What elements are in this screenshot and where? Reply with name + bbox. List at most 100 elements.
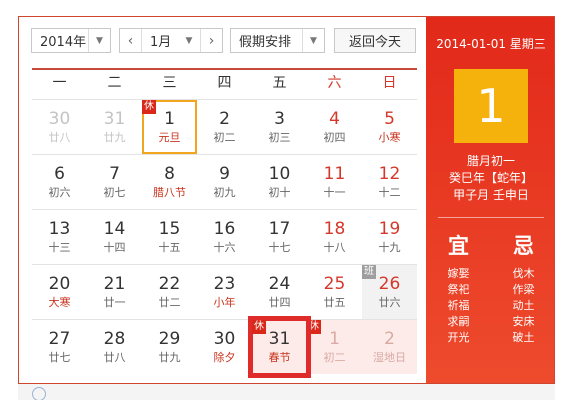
day-number: 24 xyxy=(268,274,291,294)
day-cell[interactable]: 3 初三 xyxy=(252,100,307,154)
week-row: 20 大寒 21 廿一 22 廿二 23 小年 24 廿四 25 廿五 班 26 廿六 xyxy=(32,264,417,319)
day-number: 28 xyxy=(103,329,126,349)
holiday-badge: 休 xyxy=(307,320,321,334)
day-cell[interactable]: 25 廿五 xyxy=(307,265,362,319)
weekday-header: 一二三四五六日 xyxy=(32,68,417,97)
day-cell[interactable]: 22 廿二 xyxy=(142,265,197,319)
day-cell[interactable]: 休 31 春节 xyxy=(248,316,311,378)
day-cell[interactable]: 11 十一 xyxy=(307,155,362,209)
weekday-label: 六 xyxy=(327,75,342,91)
holiday-select[interactable]: 假期安排 ▼ xyxy=(230,28,325,53)
day-cell[interactable]: 8 腊八节 xyxy=(142,155,197,209)
yi-item: 祈福 xyxy=(447,299,470,312)
day-cell[interactable]: 4 初四 xyxy=(307,100,362,154)
lunar-label: 十六 xyxy=(213,241,236,254)
day-cell[interactable]: 18 十八 xyxy=(307,210,362,264)
week-row: 13 十三 14 十四 15 十五 16 十六 17 十七 18 十八 19 十九 xyxy=(32,209,417,264)
day-cell[interactable]: 16 十六 xyxy=(197,210,252,264)
day-cell[interactable]: 15 十五 xyxy=(142,210,197,264)
day-cell[interactable]: 14 十四 xyxy=(87,210,142,264)
yi-heading: 宜 xyxy=(448,234,469,258)
lunar-label: 腊八节 xyxy=(153,186,186,199)
day-cell[interactable]: 班 26 廿六 xyxy=(362,265,417,319)
lunar-label: 十二 xyxy=(378,186,401,199)
day-cell[interactable]: 12 十二 xyxy=(362,155,417,209)
day-cell[interactable]: 9 初九 xyxy=(197,155,252,209)
ji-heading: 忌 xyxy=(513,234,534,258)
day-cell[interactable]: 2 初二 xyxy=(197,100,252,154)
month-selector: ‹ 1月 ▼ › xyxy=(119,28,223,53)
weekday-label: 五 xyxy=(272,75,287,91)
lunar-label: 元旦 xyxy=(158,131,181,144)
lunar-label: 十三 xyxy=(48,241,71,254)
day-number: 23 xyxy=(213,274,236,294)
day-cell[interactable]: 17 十七 xyxy=(252,210,307,264)
day-cell[interactable]: 10 初十 xyxy=(252,155,307,209)
day-cell[interactable]: 7 初七 xyxy=(87,155,142,209)
caret-down-icon: ▼ xyxy=(302,29,324,52)
day-cell[interactable]: 21 廿一 xyxy=(87,265,142,319)
day-cell[interactable]: 6 初六 xyxy=(32,155,87,209)
lunar-label: 春节 xyxy=(268,351,291,364)
lunar-label: 初六 xyxy=(48,186,71,199)
day-number: 5 xyxy=(384,109,395,129)
day-number: 8 xyxy=(164,164,175,184)
day-number: 25 xyxy=(323,274,346,294)
day-cell[interactable]: 31 廿九 xyxy=(87,100,142,154)
day-cell[interactable]: 23 小年 xyxy=(197,265,252,319)
year-select-label: 2014年 xyxy=(40,35,87,50)
day-cell[interactable]: 30 廿八 xyxy=(32,100,87,154)
day-cell[interactable]: 20 大寒 xyxy=(32,265,87,319)
lunar-label: 初七 xyxy=(103,186,126,199)
day-number: 20 xyxy=(48,274,71,294)
lunar-label: 廿四 xyxy=(268,296,291,309)
day-number: 11 xyxy=(323,164,346,184)
day-number: 22 xyxy=(158,274,181,294)
day-number: 13 xyxy=(48,219,71,239)
day-cell[interactable]: 30 除夕 xyxy=(197,320,252,374)
day-cell[interactable]: 28 廿八 xyxy=(87,320,142,374)
weekday-label: 三 xyxy=(162,75,177,91)
lunar-label: 廿八 xyxy=(48,131,71,144)
day-number: 10 xyxy=(268,164,291,184)
holiday-badge: 休 xyxy=(142,100,156,114)
lunar-label: 廿一 xyxy=(103,296,126,309)
ji-item: 伐木 xyxy=(512,267,535,280)
day-number: 19 xyxy=(378,219,401,239)
day-cell[interactable]: 休 1 元旦 xyxy=(142,100,197,154)
caret-down-icon: ▼ xyxy=(88,29,110,52)
lunar-label: 十四 xyxy=(103,241,126,254)
yi-item: 祭祀 xyxy=(447,283,470,296)
week-row: 30 廿八 31 廿九 休 1 元旦 2 初二 3 初三 4 初四 5 小寒 xyxy=(32,99,417,154)
lunar-label: 小年 xyxy=(213,296,236,309)
calendar-main: 2014年 ▼ ‹ 1月 ▼ › 假期安排 ▼ 返回今天 一 二 三 四 五 六 日 30 廿… xyxy=(19,17,426,383)
chevron-right-icon[interactable]: › xyxy=(200,29,222,52)
weekday-label: 四 xyxy=(217,75,232,91)
calendar-widget: 2014年 ▼ ‹ 1月 ▼ › 假期安排 ▼ 返回今天 一 二 三 四 五 六 日 30 廿… xyxy=(18,16,555,384)
day-cell[interactable]: 19 十九 xyxy=(362,210,417,264)
day-cell[interactable]: 24 廿四 xyxy=(252,265,307,319)
caret-down-icon[interactable]: ▼ xyxy=(178,29,200,52)
workday-badge: 班 xyxy=(362,265,376,279)
day-cell[interactable]: 13 十三 xyxy=(32,210,87,264)
day-cell[interactable]: 5 小寒 xyxy=(362,100,417,154)
chevron-left-icon[interactable]: ‹ xyxy=(120,29,142,52)
lunar-label: 十八 xyxy=(323,241,346,254)
lunar-label: 廿九 xyxy=(103,131,126,144)
day-number: 7 xyxy=(109,164,120,184)
week-row: 6 初六 7 初七 8 腊八节 9 初九 10 初十 11 十一 12 十二 xyxy=(32,154,417,209)
day-number: 16 xyxy=(213,219,236,239)
lunar-label: 廿九 xyxy=(158,351,181,364)
date-detail-panel: 2014-01-01 星期三 1 腊月初一 癸巳年【蛇年】 甲子月 壬申日 宜 … xyxy=(426,17,554,383)
day-cell[interactable]: 休 1 初二 xyxy=(307,320,362,374)
day-cell[interactable]: 2 湿地日 xyxy=(362,320,417,374)
year-select[interactable]: 2014年 ▼ xyxy=(31,28,111,53)
back-to-today-button[interactable]: 返回今天 xyxy=(334,28,416,53)
month-select-label[interactable]: 1月 xyxy=(142,31,178,50)
day-number: 21 xyxy=(103,274,126,294)
day-cell[interactable]: 29 廿九 xyxy=(142,320,197,374)
lunar-label: 初九 xyxy=(213,186,236,199)
day-cell[interactable]: 27 廿七 xyxy=(32,320,87,374)
yi-item: 嫁娶 xyxy=(447,267,470,280)
calendar-grid: 30 廿八 31 廿九 休 1 元旦 2 初二 3 初三 4 初四 5 小寒 6 初六 7 初七 8 腊八节 9 初九 10 初… xyxy=(32,99,417,378)
